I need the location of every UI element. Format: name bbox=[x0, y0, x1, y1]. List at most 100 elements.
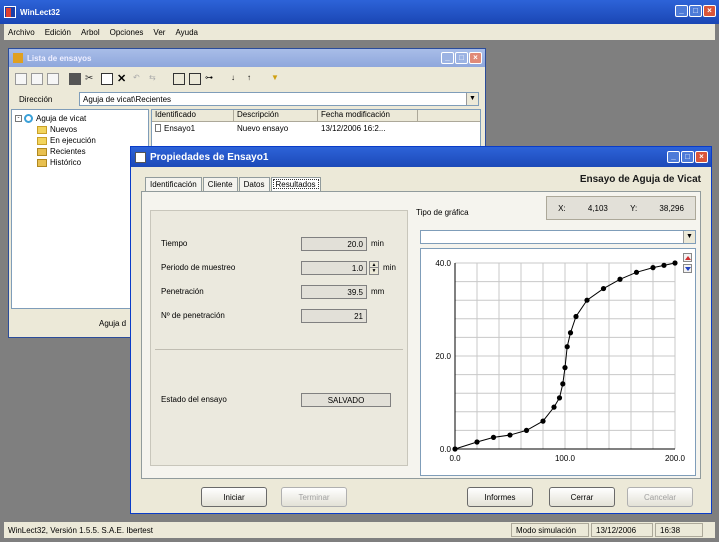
periodo-spinner[interactable]: ▲ ▼ bbox=[369, 261, 379, 275]
cancelar-button[interactable]: Cancelar bbox=[627, 487, 693, 507]
col-descripcion[interactable]: Descripción bbox=[234, 110, 318, 121]
menu-edicion[interactable]: Edición bbox=[45, 28, 71, 37]
app-icon bbox=[4, 6, 16, 18]
informes-button[interactable]: Informes bbox=[467, 487, 533, 507]
data-point bbox=[600, 285, 607, 292]
folder-icon bbox=[37, 136, 47, 145]
props-close-icon[interactable]: × bbox=[695, 151, 708, 163]
tiempo-unit: min bbox=[371, 239, 384, 248]
list-view-icon[interactable] bbox=[189, 73, 201, 85]
data-point bbox=[617, 276, 623, 282]
data-point bbox=[562, 365, 568, 371]
coord-x-label: X: bbox=[558, 203, 566, 213]
maximize-icon[interactable]: □ bbox=[689, 5, 702, 17]
tree-item-en-ejecucion[interactable]: En ejecución bbox=[15, 135, 145, 146]
props-icon bbox=[135, 151, 146, 163]
move-icon[interactable]: ⇆ bbox=[149, 73, 161, 85]
list-maximize-icon[interactable]: □ bbox=[455, 52, 468, 64]
print-icon[interactable] bbox=[69, 73, 81, 85]
coord-x-value: 4,103 bbox=[587, 203, 608, 213]
tree-label-root: Aguja de vicat bbox=[36, 114, 87, 123]
coord-y-label: Y: bbox=[630, 203, 638, 213]
menubar: Archivo Edición Arbol Opciones Ver Ayuda bbox=[4, 24, 715, 40]
x-tick-label: 100.0 bbox=[555, 454, 576, 463]
chevron-down-icon[interactable]: ▼ bbox=[466, 93, 478, 105]
col-identificado[interactable]: Identificado bbox=[152, 110, 234, 121]
cut-icon[interactable]: ✂ bbox=[85, 73, 97, 85]
data-point bbox=[573, 313, 579, 320]
cerrar-button[interactable]: Cerrar bbox=[549, 487, 615, 507]
terminar-button[interactable]: Terminar bbox=[281, 487, 347, 507]
penetracion-unit: mm bbox=[371, 287, 385, 296]
y-tick-label: 0.0 bbox=[440, 445, 452, 454]
props-maximize-icon[interactable]: □ bbox=[681, 151, 694, 163]
sort-az-icon[interactable]: ↓ bbox=[231, 73, 243, 85]
data-point bbox=[540, 418, 546, 424]
tree-item-nuevos[interactable]: Nuevos bbox=[15, 124, 145, 135]
menu-ver[interactable]: Ver bbox=[153, 28, 165, 37]
y-tick-label: 20.0 bbox=[435, 352, 451, 361]
list-footer-tab[interactable]: Aguja d bbox=[99, 319, 126, 328]
menu-arbol[interactable]: Arbol bbox=[81, 28, 100, 37]
new-icon[interactable] bbox=[15, 73, 27, 85]
close-icon[interactable]: × bbox=[703, 5, 716, 17]
data-point bbox=[672, 260, 678, 266]
arrow-down-icon bbox=[684, 266, 691, 271]
tree-item-root[interactable]: - Aguja de vicat bbox=[15, 113, 145, 124]
minimize-icon[interactable]: _ bbox=[675, 5, 688, 17]
tab-identificacion[interactable]: Identificación bbox=[145, 177, 202, 191]
list-window-title: Lista de ensayos bbox=[27, 53, 92, 63]
delete-icon[interactable]: ✕ bbox=[117, 73, 129, 85]
col-fecha[interactable]: Fecha modificación bbox=[318, 110, 418, 121]
list-close-icon[interactable]: × bbox=[469, 52, 482, 64]
sort-za-icon[interactable]: ↑ bbox=[247, 73, 259, 85]
tree-item-recientes[interactable]: Recientes bbox=[15, 146, 145, 157]
collapse-icon[interactable]: - bbox=[15, 115, 22, 122]
chevron-down-icon[interactable]: ▼ bbox=[683, 231, 695, 243]
data-point bbox=[584, 297, 590, 303]
tab-cliente[interactable]: Cliente bbox=[202, 177, 238, 191]
props-window: Propiedades de Ensayo1 _ □ × Identificac… bbox=[130, 146, 712, 514]
direccion-label: Dirección bbox=[19, 95, 53, 104]
menu-ayuda[interactable]: Ayuda bbox=[175, 28, 198, 37]
data-point bbox=[452, 446, 458, 452]
chart-up-button[interactable] bbox=[683, 253, 692, 262]
chart-type-select[interactable]: ▼ bbox=[420, 230, 696, 244]
n-penetracion-label: Nº de penetración bbox=[161, 311, 225, 320]
menu-archivo[interactable]: Archivo bbox=[8, 28, 35, 37]
tree-item-historico[interactable]: Histórico bbox=[15, 157, 145, 168]
tab-resultados[interactable]: Resultados bbox=[270, 177, 321, 191]
grid-icon[interactable] bbox=[173, 73, 185, 85]
periodo-field[interactable]: 1.0 bbox=[301, 261, 367, 275]
list-icon bbox=[13, 53, 23, 63]
estado-field: SALVADO bbox=[301, 393, 391, 407]
data-point bbox=[633, 269, 640, 275]
tree-label-en-ejecucion: En ejecución bbox=[50, 136, 96, 145]
open-icon[interactable] bbox=[31, 73, 43, 85]
table-row[interactable]: Ensayo1 Nuevo ensayo 13/12/2006 16:2... bbox=[152, 122, 480, 134]
tab-datos[interactable]: Datos bbox=[238, 177, 270, 191]
direccion-combo[interactable]: Aguja de vicat\Recientes ▼ bbox=[79, 92, 479, 106]
doc-icon bbox=[155, 124, 161, 132]
gear-icon bbox=[24, 114, 33, 123]
props-minimize-icon[interactable]: _ bbox=[667, 151, 680, 163]
spin-down-icon[interactable]: ▼ bbox=[370, 268, 378, 274]
tree-label-nuevos: Nuevos bbox=[50, 125, 78, 134]
chart-down-button[interactable] bbox=[683, 264, 692, 273]
copy-icon[interactable] bbox=[101, 73, 113, 85]
undo-icon[interactable]: ↶ bbox=[133, 73, 145, 85]
data-point bbox=[507, 432, 513, 438]
data-point bbox=[556, 395, 563, 401]
data-point bbox=[523, 427, 530, 433]
penetracion-field: 39.5 bbox=[301, 285, 367, 299]
list-minimize-icon[interactable]: _ bbox=[441, 52, 454, 64]
save-icon[interactable] bbox=[47, 73, 59, 85]
row-date: 13/12/2006 16:2... bbox=[321, 123, 386, 133]
iniciar-button[interactable]: Iniciar bbox=[201, 487, 267, 507]
menu-opciones[interactable]: Opciones bbox=[110, 28, 144, 37]
list-window-titlebar: Lista de ensayos _ □ × bbox=[9, 49, 485, 67]
filter-icon[interactable]: ▼ bbox=[271, 73, 283, 85]
tree-icon[interactable]: ⊶ bbox=[205, 73, 217, 85]
data-point bbox=[564, 344, 570, 350]
penetracion-label: Penetración bbox=[161, 287, 204, 296]
